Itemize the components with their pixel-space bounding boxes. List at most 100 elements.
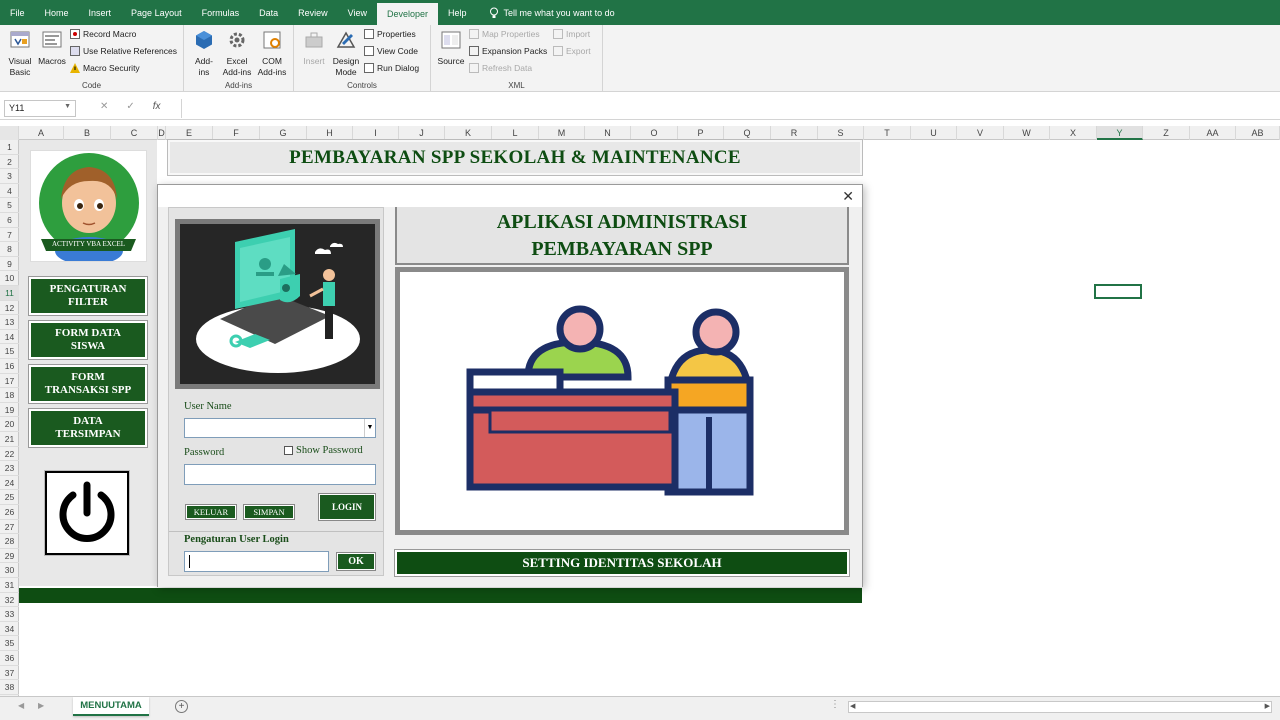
com-addins-button[interactable]: COM Add-ins — [255, 29, 289, 78]
formula-input[interactable] — [181, 99, 1278, 118]
column-header[interactable]: L — [492, 126, 539, 140]
row-header[interactable]: 34 — [0, 622, 19, 637]
keluar-button[interactable]: KELUAR — [185, 504, 237, 520]
row-header[interactable]: 35 — [0, 636, 19, 651]
row-header[interactable]: 18 — [0, 388, 19, 403]
macro-security-button[interactable]: Macro Security — [70, 63, 140, 73]
more-options-icon[interactable]: ⋮ — [830, 699, 840, 710]
row-header[interactable]: 9 — [0, 257, 19, 272]
row-header[interactable]: 16 — [0, 359, 19, 374]
design-mode-button[interactable]: Design Mode — [331, 29, 361, 78]
tab-formulas[interactable]: Formulas — [192, 0, 250, 25]
scroll-right-icon[interactable]: ▶ — [38, 701, 44, 710]
tab-home[interactable]: Home — [35, 0, 79, 25]
scroll-left-arrow-icon[interactable]: ◀ — [850, 702, 855, 710]
pengaturan-user-login-field[interactable] — [184, 551, 329, 572]
show-password-checkbox[interactable]: Show Password — [284, 445, 363, 456]
column-header[interactable]: P — [678, 126, 724, 140]
scroll-left-icon[interactable]: ◀ — [18, 701, 24, 710]
import-button[interactable]: Import — [553, 29, 590, 39]
active-cell[interactable] — [1094, 284, 1142, 299]
column-header[interactable]: S — [818, 126, 864, 140]
row-header[interactable]: 32 — [0, 593, 19, 608]
scroll-right-arrow-icon[interactable]: ▶ — [1265, 702, 1270, 710]
password-field[interactable] — [184, 464, 376, 485]
select-all-corner[interactable] — [0, 126, 19, 140]
login-button[interactable]: LOGIN — [318, 493, 376, 521]
column-header[interactable]: V — [957, 126, 1004, 140]
map-properties-button[interactable]: Map Properties — [469, 29, 540, 39]
tab-page-layout[interactable]: Page Layout — [121, 0, 192, 25]
chevron-down-icon[interactable]: ▼ — [364, 419, 375, 437]
row-header[interactable]: 6 — [0, 213, 19, 228]
addins-button[interactable]: Add-ins — [190, 29, 218, 78]
row-header[interactable]: 20 — [0, 417, 19, 432]
row-header[interactable]: 2 — [0, 155, 19, 170]
row-header[interactable]: 17 — [0, 374, 19, 389]
row-header[interactable]: 15 — [0, 344, 19, 359]
row-header[interactable]: 13 — [0, 315, 19, 330]
run-dialog-button[interactable]: Run Dialog — [364, 63, 419, 73]
excel-addins-button[interactable]: Excel Add-ins — [220, 29, 254, 78]
row-header[interactable]: 19 — [0, 403, 19, 418]
row-header[interactable]: 22 — [0, 447, 19, 462]
row-header[interactable]: 29 — [0, 549, 19, 564]
row-header[interactable]: 30 — [0, 563, 19, 578]
form-transaksi-spp-button[interactable]: FORM TRANSAKSI SPP — [28, 364, 148, 404]
column-header[interactable]: E — [166, 126, 213, 140]
row-header[interactable]: 26 — [0, 505, 19, 520]
row-header[interactable]: 5 — [0, 198, 19, 213]
tab-file[interactable]: File — [0, 0, 35, 25]
row-header[interactable]: 28 — [0, 534, 19, 549]
row-header[interactable]: 38 — [0, 680, 19, 695]
column-header[interactable]: I — [353, 126, 399, 140]
column-header[interactable]: O — [631, 126, 678, 140]
row-header[interactable]: 8 — [0, 242, 19, 257]
close-icon[interactable]: ✕ — [842, 188, 854, 205]
row-header[interactable]: 36 — [0, 651, 19, 666]
column-header[interactable]: T — [864, 126, 911, 140]
view-code-button[interactable]: View Code — [364, 46, 418, 56]
export-button[interactable]: Export — [553, 46, 591, 56]
column-header[interactable]: AA — [1190, 126, 1236, 140]
column-header[interactable]: X — [1050, 126, 1097, 140]
name-box[interactable]: Y11 ▼ — [4, 100, 76, 117]
relative-references-button[interactable]: Use Relative References — [70, 46, 177, 56]
refresh-data-button[interactable]: Refresh Data — [469, 63, 532, 73]
row-header[interactable]: 37 — [0, 666, 19, 681]
column-header[interactable]: R — [771, 126, 818, 140]
simpan-button[interactable]: SIMPAN — [243, 504, 295, 520]
column-header[interactable]: M — [539, 126, 585, 140]
tell-me-search[interactable]: Tell me what you want to do — [489, 7, 615, 19]
row-header[interactable]: 1 — [0, 140, 19, 155]
data-tersimpan-button[interactable]: DATA TERSIMPAN — [28, 408, 148, 448]
column-header[interactable]: G — [260, 126, 307, 140]
row-header[interactable]: 10 — [0, 271, 19, 286]
column-header[interactable]: Y — [1097, 126, 1143, 140]
row-header[interactable]: 4 — [0, 184, 19, 199]
tab-view[interactable]: View — [338, 0, 377, 25]
pengaturan-filter-button[interactable]: PENGATURAN FILTER — [28, 276, 148, 316]
column-header[interactable]: U — [911, 126, 957, 140]
tab-help[interactable]: Help — [438, 0, 477, 25]
row-header[interactable]: 27 — [0, 520, 19, 535]
row-header[interactable]: 33 — [0, 607, 19, 622]
column-header[interactable]: J — [399, 126, 445, 140]
column-header[interactable]: K — [445, 126, 492, 140]
row-header[interactable]: 11 — [0, 286, 19, 301]
properties-button[interactable]: Properties — [364, 29, 416, 39]
column-header[interactable]: AB — [1236, 126, 1280, 140]
username-combobox[interactable]: ▼ — [184, 418, 376, 438]
column-header[interactable]: H — [307, 126, 353, 140]
column-header[interactable]: D — [158, 126, 166, 140]
tab-insert[interactable]: Insert — [79, 0, 122, 25]
row-header[interactable]: 3 — [0, 169, 19, 184]
record-macro-button[interactable]: Record Macro — [70, 29, 136, 39]
enter-icon[interactable]: ✓ — [126, 101, 134, 112]
tab-developer[interactable]: Developer — [377, 3, 439, 25]
column-header[interactable]: N — [585, 126, 631, 140]
cancel-icon[interactable]: ✕ — [100, 101, 108, 112]
column-header[interactable]: Z — [1143, 126, 1190, 140]
form-data-siswa-button[interactable]: FORM DATA SISWA — [28, 320, 148, 360]
column-header[interactable]: F — [213, 126, 260, 140]
